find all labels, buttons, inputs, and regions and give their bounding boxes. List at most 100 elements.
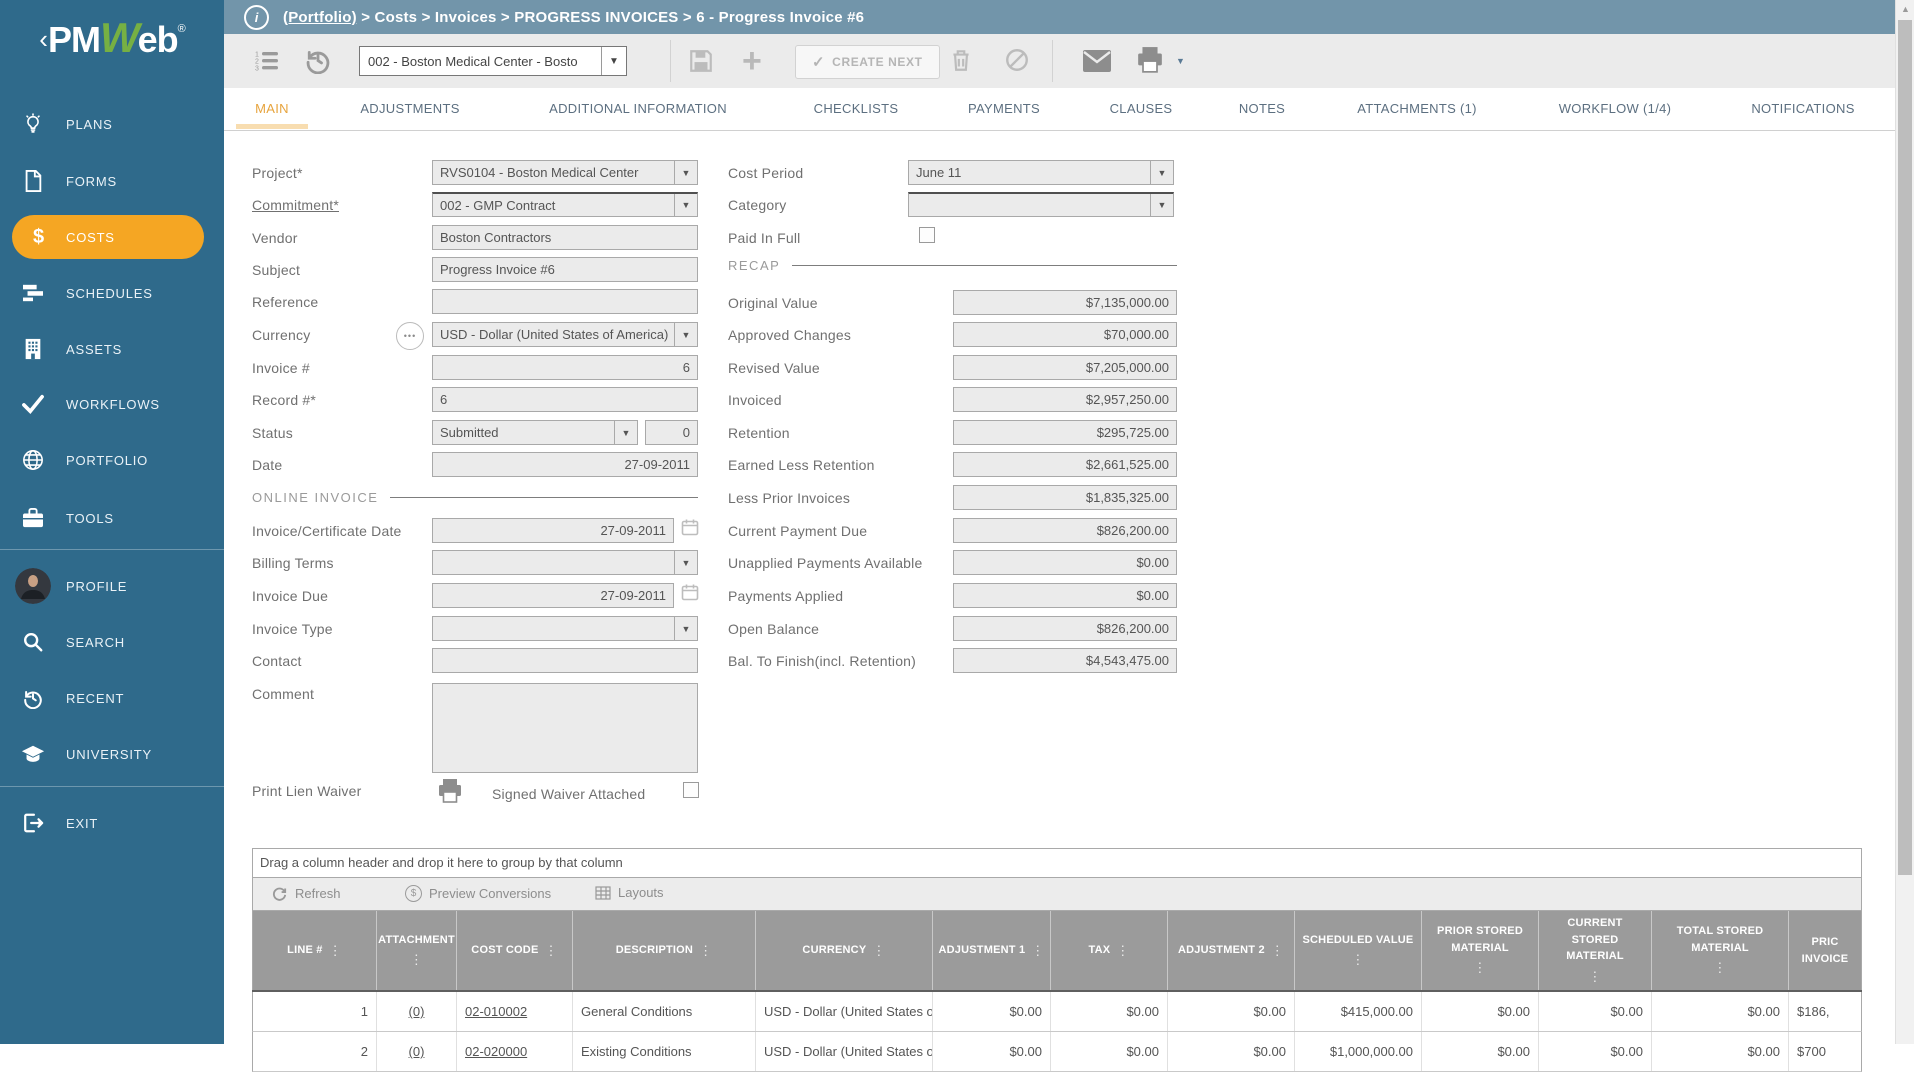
add-icon[interactable]: + bbox=[742, 42, 762, 81]
currency-more-button[interactable]: ••• bbox=[396, 322, 424, 350]
tab-adjustments[interactable]: ADJUSTMENTS bbox=[360, 101, 459, 116]
column-header-scheduled-value[interactable]: SCHEDULED VALUE⋮ bbox=[1295, 911, 1422, 990]
vertical-scrollbar[interactable]: ▲ bbox=[1895, 0, 1914, 1044]
tab-workflow[interactable]: WORKFLOW (1/4) bbox=[1559, 101, 1672, 116]
scroll-up-arrow-icon[interactable]: ▲ bbox=[1896, 4, 1914, 14]
tab-notifications[interactable]: NOTIFICATIONS bbox=[1751, 101, 1854, 116]
column-menu-icon[interactable]: ⋮ bbox=[1031, 941, 1044, 961]
category-dropdown[interactable]: ▼ bbox=[908, 192, 1174, 217]
history-icon[interactable] bbox=[304, 46, 332, 74]
column-header-cost-code[interactable]: COST CODE⋮ bbox=[457, 911, 573, 990]
column-menu-icon[interactable]: ⋮ bbox=[1713, 958, 1726, 978]
column-menu-icon[interactable]: ⋮ bbox=[1588, 967, 1601, 987]
create-next-button[interactable]: ✓ CREATE NEXT bbox=[795, 45, 940, 79]
commitment-dropdown[interactable]: 002 - GMP Contract▼ bbox=[432, 192, 698, 217]
cost-period-dropdown[interactable]: June 11▼ bbox=[908, 160, 1174, 185]
sidebar-item-tools[interactable]: TOOLS bbox=[0, 496, 224, 540]
record-selector-dropdown[interactable]: 002 - Boston Medical Center - Bosto ▼ bbox=[359, 46, 627, 76]
sidebar-item-costs[interactable]: $ COSTS bbox=[12, 215, 204, 259]
column-header-tax[interactable]: TAX⋮ bbox=[1051, 911, 1168, 990]
column-menu-icon[interactable]: ⋮ bbox=[699, 941, 712, 961]
column-menu-icon[interactable]: ⋮ bbox=[1351, 950, 1364, 970]
table-row[interactable]: 2 (0) 02-020000 Existing Conditions USD … bbox=[252, 1032, 1862, 1072]
column-menu-icon[interactable]: ⋮ bbox=[410, 950, 423, 970]
reference-field[interactable] bbox=[432, 289, 698, 314]
sidebar-item-recent[interactable]: RECENT bbox=[0, 676, 224, 720]
sidebar-item-university[interactable]: UNIVERSITY bbox=[0, 732, 224, 776]
print-lien-waiver-icon[interactable] bbox=[437, 778, 463, 804]
column-header-total-stored-material[interactable]: TOTAL STORED MATERIAL⋮ bbox=[1652, 911, 1789, 990]
delete-icon[interactable] bbox=[948, 47, 974, 73]
print-options-caret-icon[interactable]: ▼ bbox=[1176, 56, 1185, 66]
comment-textarea[interactable] bbox=[432, 683, 698, 773]
contact-field[interactable] bbox=[432, 648, 698, 673]
invoice-type-dropdown[interactable]: ▼ bbox=[432, 616, 698, 641]
column-header-prior-stored-material[interactable]: PRIOR STORED MATERIAL⋮ bbox=[1422, 911, 1539, 990]
invoice-number-field[interactable]: 6 bbox=[432, 355, 698, 380]
currency-dropdown[interactable]: USD - Dollar (United States of America)▼ bbox=[432, 322, 698, 347]
tab-payments[interactable]: PAYMENTS bbox=[968, 101, 1040, 116]
tab-checklists[interactable]: CHECKLISTS bbox=[814, 101, 899, 116]
tab-notes[interactable]: NOTES bbox=[1239, 101, 1285, 116]
column-menu-icon[interactable]: ⋮ bbox=[545, 941, 558, 961]
commitment-label[interactable]: Commitment* bbox=[252, 197, 339, 213]
sidebar-item-schedules[interactable]: SCHEDULES bbox=[0, 271, 224, 315]
email-icon[interactable] bbox=[1082, 49, 1112, 73]
sidebar-item-workflows[interactable]: WORKFLOWS bbox=[0, 382, 224, 426]
sidebar-item-forms[interactable]: FORMS bbox=[0, 159, 224, 203]
print-icon[interactable] bbox=[1136, 46, 1164, 74]
calendar-icon[interactable] bbox=[681, 518, 699, 536]
info-icon[interactable]: i bbox=[244, 5, 269, 30]
column-menu-icon[interactable]: ⋮ bbox=[1473, 958, 1486, 978]
refresh-button[interactable]: Refresh bbox=[271, 885, 341, 902]
cell-scheduled-value: $415,000.00 bbox=[1295, 992, 1422, 1031]
column-header-adjustment2[interactable]: ADJUSTMENT 2⋮ bbox=[1168, 911, 1295, 990]
status-dropdown[interactable]: Submitted▼ bbox=[432, 420, 638, 445]
column-menu-icon[interactable]: ⋮ bbox=[1116, 941, 1129, 961]
void-icon[interactable] bbox=[1004, 47, 1030, 73]
sidebar-item-profile[interactable]: PROFILE bbox=[0, 564, 224, 608]
column-menu-icon[interactable]: ⋮ bbox=[329, 941, 342, 961]
subject-field[interactable]: Progress Invoice #6 bbox=[432, 257, 698, 282]
sidebar-item-assets[interactable]: ASSETS bbox=[0, 327, 224, 371]
sidebar-item-plans[interactable]: PLANS bbox=[0, 102, 224, 146]
tab-additional-information[interactable]: ADDITIONAL INFORMATION bbox=[549, 101, 727, 116]
list-view-icon[interactable]: 123 bbox=[254, 48, 280, 74]
column-menu-icon[interactable]: ⋮ bbox=[872, 941, 885, 961]
pmweb-logo[interactable]: ‹PMWeb® bbox=[0, 14, 224, 62]
column-header-description[interactable]: DESCRIPTION⋮ bbox=[573, 911, 756, 990]
invoice-certificate-date-field[interactable]: 27-09-2011 bbox=[432, 518, 674, 543]
project-dropdown[interactable]: RVS0104 - Boston Medical Center▼ bbox=[432, 160, 698, 185]
tab-main[interactable]: MAIN bbox=[255, 101, 289, 116]
tab-clauses[interactable]: CLAUSES bbox=[1110, 101, 1173, 116]
record-number-field[interactable]: 6 bbox=[432, 387, 698, 412]
preview-conversions-button[interactable]: $ Preview Conversions bbox=[405, 885, 551, 902]
billing-terms-dropdown[interactable]: ▼ bbox=[432, 550, 698, 575]
sidebar-item-exit[interactable]: EXIT bbox=[0, 801, 224, 845]
vendor-field[interactable]: Boston Contractors bbox=[432, 225, 698, 250]
column-menu-icon[interactable]: ⋮ bbox=[1271, 941, 1284, 961]
column-header-adjustment1[interactable]: ADJUSTMENT 1⋮ bbox=[933, 911, 1051, 990]
invoice-due-field[interactable]: 27-09-2011 bbox=[432, 583, 674, 608]
save-icon[interactable] bbox=[688, 48, 714, 74]
column-header-attachment[interactable]: ATTACHMENT⋮ bbox=[377, 911, 457, 990]
signed-waiver-checkbox[interactable] bbox=[683, 782, 699, 798]
grid-group-by-bar[interactable]: Drag a column header and drop it here to… bbox=[252, 848, 1862, 878]
status-days-field[interactable]: 0 bbox=[645, 420, 698, 445]
calendar-icon[interactable] bbox=[681, 583, 699, 601]
paid-in-full-checkbox[interactable] bbox=[919, 227, 935, 243]
tab-attachments[interactable]: ATTACHMENTS (1) bbox=[1357, 101, 1477, 116]
check-icon: ✓ bbox=[812, 53, 825, 71]
sidebar-item-label: WORKFLOWS bbox=[66, 397, 160, 412]
sidebar-item-search[interactable]: SEARCH bbox=[0, 620, 224, 664]
breadcrumb-portfolio-link[interactable]: (Portfolio) bbox=[283, 9, 357, 26]
scrollbar-thumb[interactable] bbox=[1898, 20, 1912, 875]
table-row[interactable]: 1 (0) 02-010002 General Conditions USD -… bbox=[252, 992, 1862, 1032]
column-header-line[interactable]: LINE #⋮ bbox=[253, 911, 377, 990]
column-header-current-stored-material[interactable]: CURRENT STORED MATERIAL⋮ bbox=[1539, 911, 1652, 990]
column-header-prior-invoice[interactable]: PRIC INVOICE bbox=[1789, 911, 1861, 990]
layouts-button[interactable]: Layouts bbox=[595, 885, 664, 900]
date-field[interactable]: 27-09-2011 bbox=[432, 452, 698, 477]
sidebar-item-portfolio[interactable]: PORTFOLIO bbox=[0, 438, 224, 482]
column-header-currency[interactable]: CURRENCY⋮ bbox=[756, 911, 933, 990]
